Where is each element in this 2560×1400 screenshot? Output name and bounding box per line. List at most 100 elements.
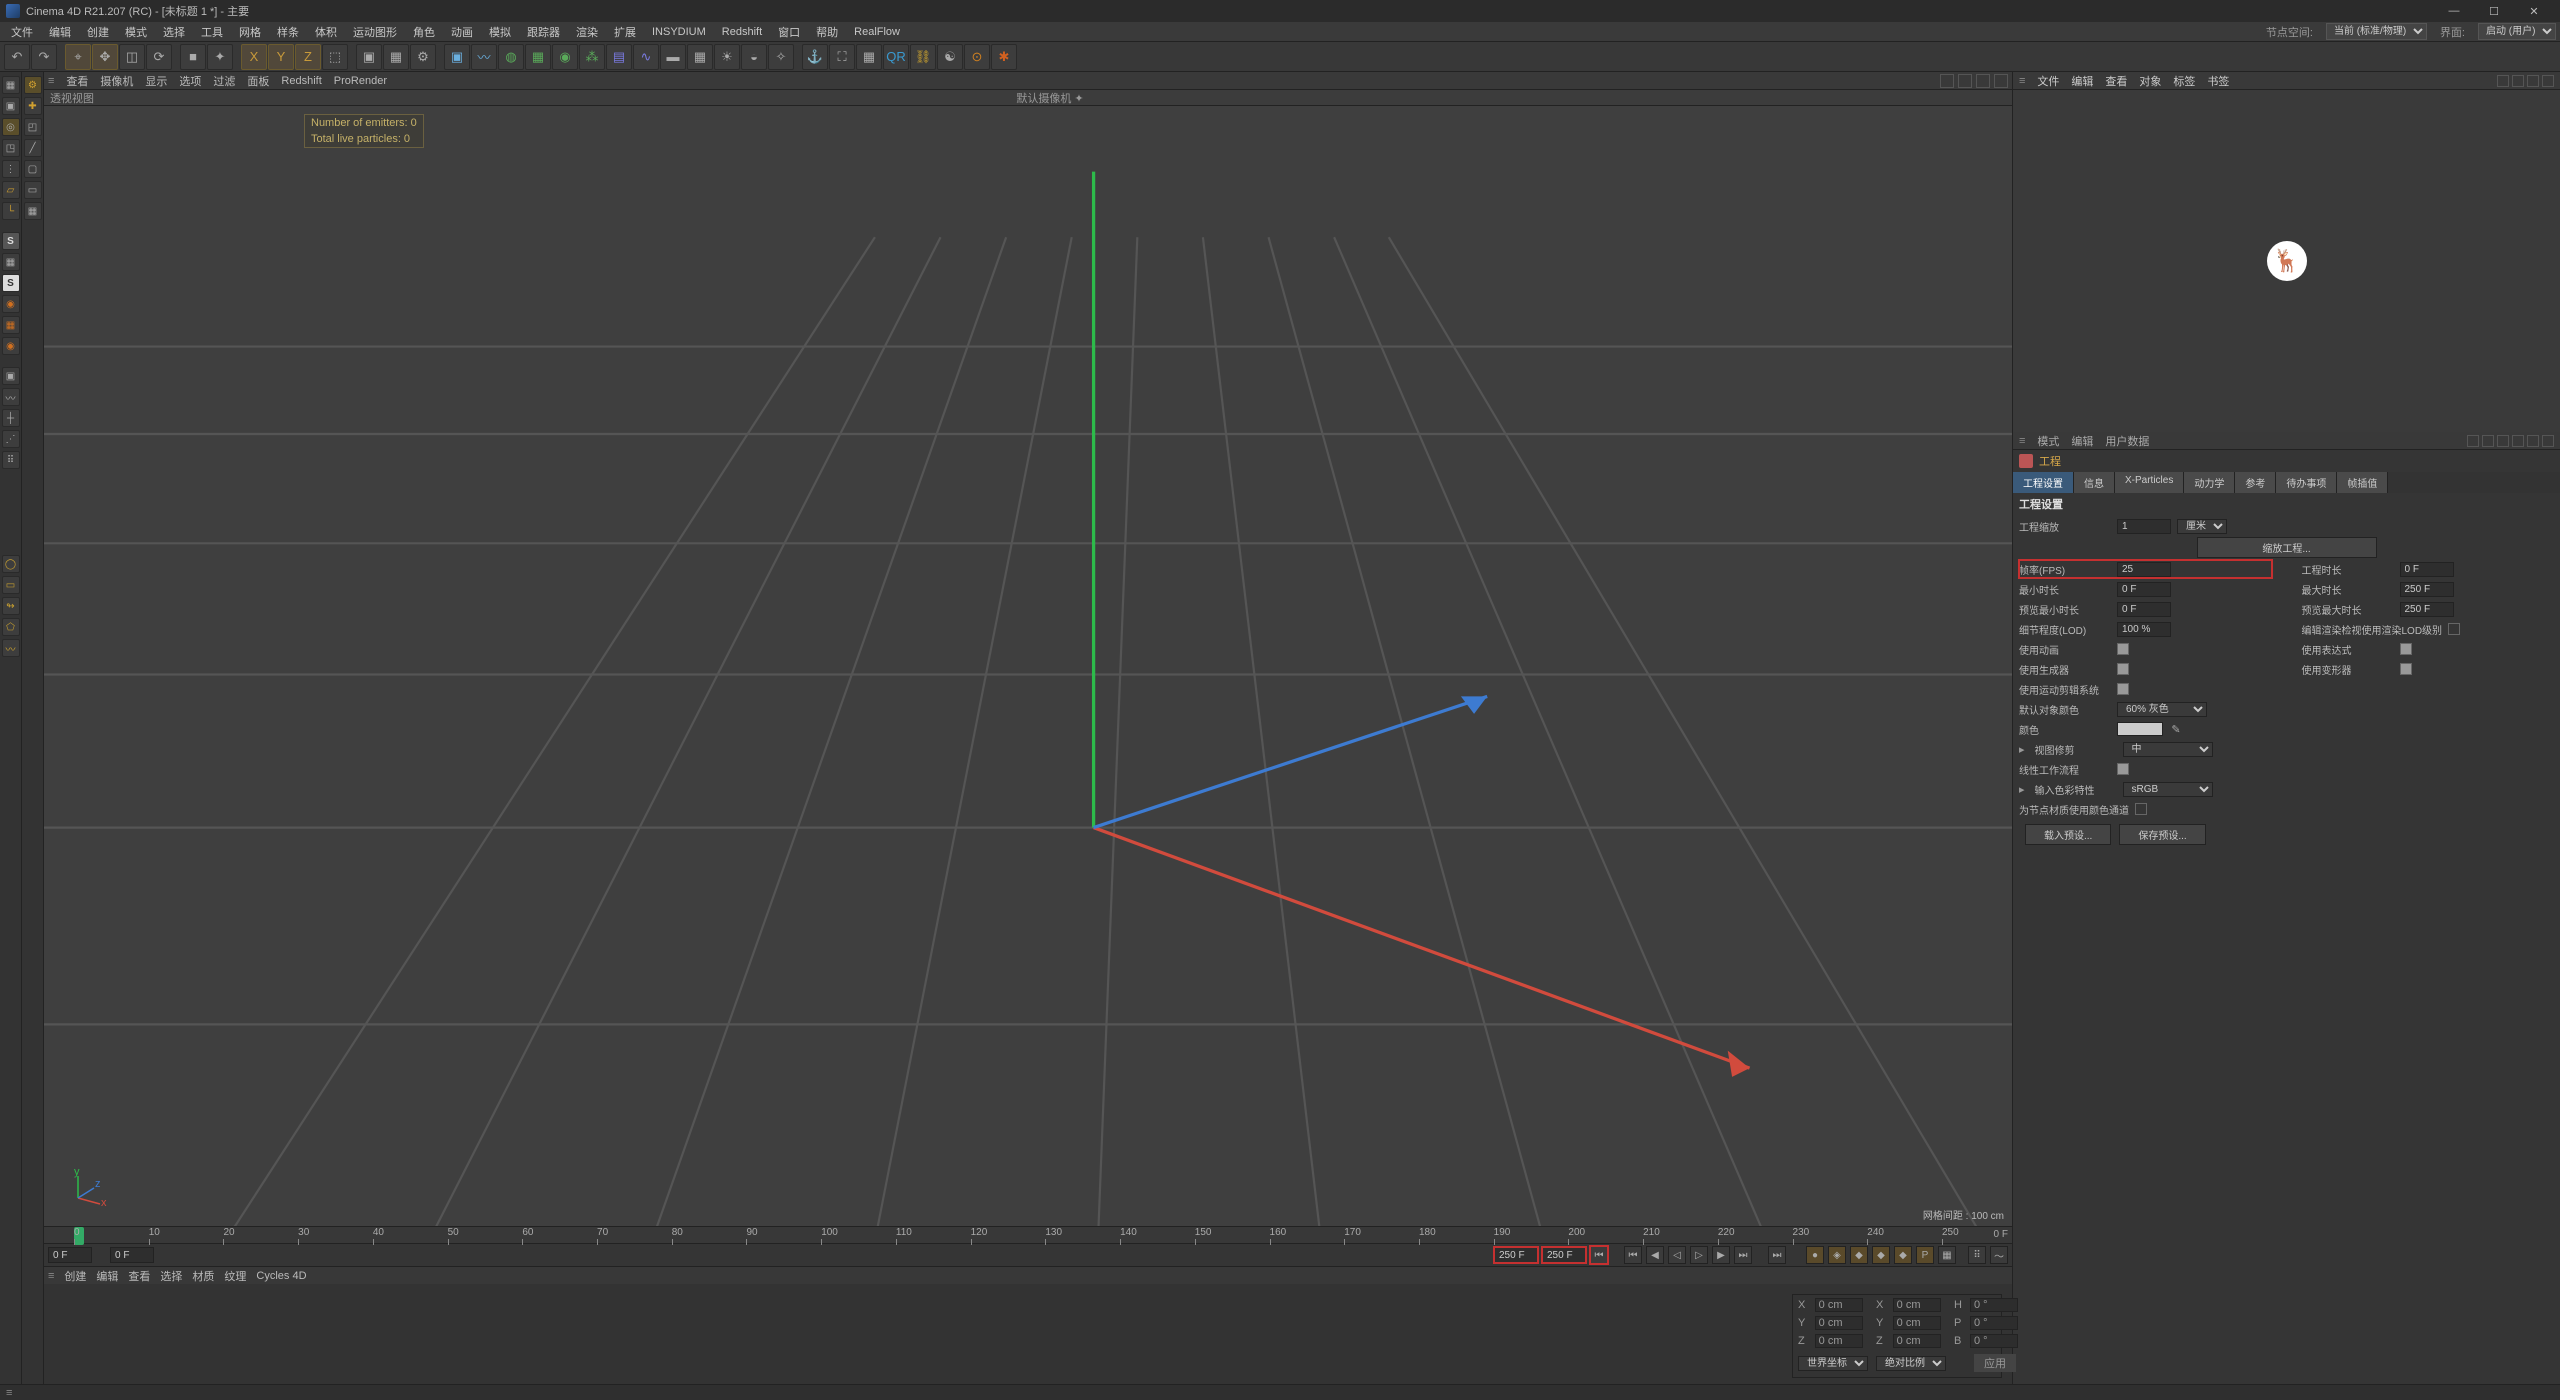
menu-item[interactable]: 运动图形 [346,22,404,42]
sel-live-icon[interactable]: ◯ [2,555,20,573]
clip-select[interactable]: 中 [2123,742,2213,757]
coord-z-field[interactable]: 0 cm [1815,1334,1863,1348]
volume-icon[interactable]: ◉ [552,44,578,70]
coord-apply-button[interactable]: 应用 [1974,1354,2016,1372]
preview-end-field[interactable]: 250 F [1494,1247,1538,1263]
close-button[interactable]: ✕ [2514,5,2554,18]
vp-menu-item[interactable]: ProRender [334,75,387,87]
move-tool-icon[interactable]: ✥ [92,44,118,70]
autokey-icon[interactable]: ◈ [1828,1246,1846,1264]
menu-item[interactable]: 网格 [232,22,268,42]
tab-xparticles[interactable]: X-Particles [2115,472,2184,493]
sel-poly-icon[interactable]: ⬠ [2,618,20,636]
menu-item[interactable]: 创建 [80,22,116,42]
attr-new-icon[interactable] [2527,435,2539,447]
vp-nav3-icon[interactable] [1976,74,1990,88]
mat-menu-item[interactable]: 创建 [64,1268,86,1284]
vp-nav2-icon[interactable] [1958,74,1972,88]
mat-menu-item[interactable]: 纹理 [224,1268,246,1284]
projtime-field[interactable] [2400,562,2454,577]
objcolor-select[interactable]: 60% 灰色 [2117,702,2207,717]
coord-y-field[interactable]: 0 cm [1815,1316,1863,1330]
coord-mode-select[interactable]: 绝对比例 [1876,1356,1946,1371]
coord-h-field[interactable]: 0 ° [1970,1298,2018,1312]
project-end-field[interactable]: 250 F [1542,1247,1586,1263]
mat-menu-item[interactable]: 编辑 [96,1268,118,1284]
tab-dynamics[interactable]: 动力学 [2184,472,2235,493]
goto-end-icon[interactable]: ⏭ [1734,1246,1752,1264]
vp-menu-item[interactable]: 显示 [145,73,167,89]
menu-item[interactable]: 选择 [156,22,192,42]
normals-icon[interactable]: ⋰ [2,430,20,448]
maxtime-field[interactable] [2400,582,2454,597]
spline-icon[interactable]: 〰 [471,44,497,70]
attr-menu-item[interactable]: 模式 [2037,433,2059,449]
menu-item[interactable]: 体积 [308,22,344,42]
qr-icon[interactable]: QR [883,44,909,70]
attr-menu-item[interactable]: 编辑 [2071,433,2093,449]
render-settings-icon[interactable]: ⚙ [410,44,436,70]
obj-menu-item[interactable]: 编辑 [2071,73,2093,89]
attr-menu-item[interactable]: 用户数据 [2105,433,2149,449]
tab-info[interactable]: 信息 [2074,472,2115,493]
redo-icon[interactable]: ↷ [31,44,57,70]
maximize-button[interactable]: ☐ [2474,5,2514,18]
record-icon[interactable]: ● [1806,1246,1824,1264]
tool-sel-icon[interactable]: ▦ [24,202,42,220]
vp-menu-item[interactable]: 面板 [247,73,269,89]
menu-item[interactable]: 编辑 [42,22,78,42]
sel-lasso-icon[interactable]: ↬ [2,597,20,615]
tag-icon[interactable]: ◒ [741,44,767,70]
use-expr-checkbox[interactable] [2400,643,2412,655]
soft-select-icon[interactable]: ◉ [2,295,20,313]
undo-icon[interactable]: ↶ [4,44,30,70]
menu-item[interactable]: 扩展 [607,22,643,42]
snap-grid-icon[interactable]: ▦ [2,253,20,271]
obj-menu-item[interactable]: 书签 [2207,73,2229,89]
menu-item[interactable]: 窗口 [771,22,807,42]
subdivision-icon[interactable]: ▦ [525,44,551,70]
key-param-icon[interactable]: P [1916,1246,1934,1264]
snap-s-icon[interactable]: S [2,232,20,250]
texture-mode-icon[interactable]: ◎ [2,118,20,136]
coord-z2-field[interactable]: 0 cm [1893,1334,1941,1348]
workplane2-icon[interactable]: ▦ [2,316,20,334]
project-scale-field[interactable] [2117,519,2171,534]
key-scale-icon[interactable]: ◆ [1872,1246,1890,1264]
goto-end2-icon[interactable]: ⏭ [1768,1246,1786,1264]
simulate-icon[interactable]: ⛶ [829,44,855,70]
cube-primitive-icon[interactable]: ▣ [444,44,470,70]
vp-nav1-icon[interactable] [1940,74,1954,88]
render-lod-checkbox[interactable] [2448,623,2460,635]
target-icon[interactable]: ⊙ [964,44,990,70]
edge-mode-icon[interactable]: ▱ [2,181,20,199]
vp-menu-item[interactable]: Redshift [281,75,321,87]
goto-start-icon[interactable]: ⏮ [1590,1246,1608,1264]
viewport[interactable]: Number of emitters: 0 Total live particl… [44,106,2012,1226]
use-gen-checkbox[interactable] [2117,663,2129,675]
z-axis-icon[interactable]: Z [295,44,321,70]
menu-item[interactable]: 动画 [444,22,480,42]
snap-s2-icon[interactable]: S [2,274,20,292]
obj-search-icon[interactable] [2497,75,2509,87]
mat-menu-item[interactable]: 材质 [192,1268,214,1284]
hair-icon[interactable]: ✧ [768,44,794,70]
object-manager-area[interactable]: 🦌 [2013,90,2560,432]
current-frame-field[interactable]: 0 F [48,1247,92,1263]
menu-item[interactable]: 样条 [270,22,306,42]
vp-menu-item[interactable]: 查看 [66,73,88,89]
joint-icon[interactable]: ⛓ [910,44,936,70]
step-back-icon[interactable]: ◀ [1646,1246,1664,1264]
point-mode-icon[interactable]: ⋮ [2,160,20,178]
constraint-icon[interactable]: ☯ [937,44,963,70]
fps-field[interactable] [2117,562,2171,577]
coord-space-select[interactable]: 世界坐标 [1798,1356,1868,1371]
menu-item[interactable]: 文件 [4,22,40,42]
quantize-icon[interactable]: ◉ [2,337,20,355]
grid-icon[interactable]: ▦ [856,44,882,70]
prevmax-field[interactable] [2400,602,2454,617]
tool-box-icon[interactable]: ▢ [24,160,42,178]
preview-start-field[interactable]: 0 F [110,1247,154,1263]
light-icon[interactable]: ☀ [714,44,740,70]
camera-icon[interactable]: ▦ [687,44,713,70]
